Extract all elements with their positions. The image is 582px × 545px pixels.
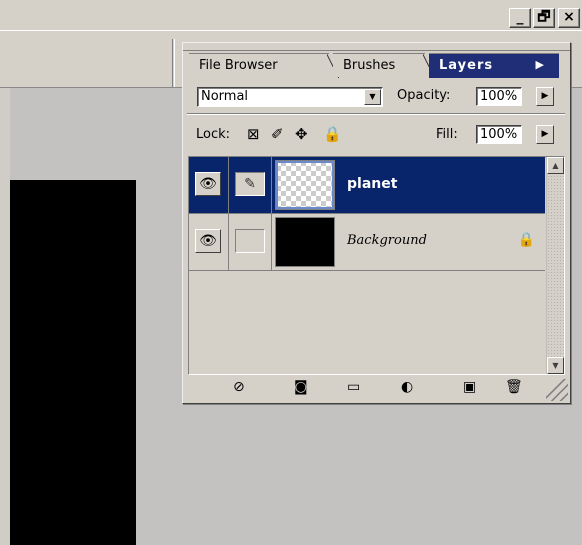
- brush-icon: ✎: [235, 172, 265, 196]
- lock-move-icon[interactable]: ✥: [295, 125, 308, 143]
- tab-brushes[interactable]: Brushes: [333, 53, 435, 78]
- fill-slider-button[interactable]: ▶: [536, 125, 554, 144]
- visibility-cell[interactable]: 👁: [189, 214, 229, 270]
- layers-list: 👁 ✎ planet 👁 Background 🔒 ▲ ▼: [188, 156, 565, 375]
- fill-label: Fill:: [436, 127, 458, 142]
- scroll-up-icon[interactable]: ▲: [547, 157, 564, 174]
- options-bar-divider: [172, 39, 175, 87]
- layer-style-icon[interactable]: ⊘: [233, 379, 245, 395]
- palette-tabs: File Browser Brushes Layers ▶: [183, 51, 570, 78]
- window-titlebar: _ 🗗 ×: [0, 0, 582, 30]
- palette-bottom-bar: ⊘ ◙ ▭ ◐ ▣ 🗑: [183, 377, 570, 403]
- layer-row-planet[interactable]: 👁 ✎ planet: [189, 157, 545, 214]
- new-layer-icon[interactable]: ▣: [463, 379, 476, 395]
- layers-palette: File Browser Brushes Layers ▶ Normal ▼ O…: [182, 42, 571, 404]
- blend-mode-select[interactable]: Normal ▼: [197, 87, 383, 107]
- visibility-cell[interactable]: 👁: [189, 157, 229, 213]
- palette-separator: [187, 113, 565, 115]
- scroll-down-icon[interactable]: ▼: [547, 357, 564, 374]
- trash-icon[interactable]: 🗑: [505, 379, 523, 395]
- folder-icon[interactable]: ▭: [347, 379, 360, 395]
- tab-layers[interactable]: Layers ▶: [429, 53, 559, 78]
- opacity-input[interactable]: 100%: [476, 87, 522, 106]
- resize-grip[interactable]: [546, 379, 568, 401]
- layer-name: Background: [347, 233, 427, 248]
- tab-label: File Browser: [199, 58, 278, 73]
- tab-file-browser[interactable]: File Browser: [189, 53, 339, 78]
- lock-paint-icon[interactable]: ✐: [271, 125, 284, 143]
- close-button[interactable]: ×: [558, 8, 580, 28]
- link-cell[interactable]: ✎: [230, 157, 272, 213]
- layer-thumbnail: [275, 160, 335, 210]
- adjustment-layer-icon[interactable]: ◐: [401, 379, 413, 395]
- layer-name: planet: [347, 176, 398, 192]
- lock-fill-row: Lock: ⊠ ✐ ✥ 🔒 Fill: 100% ▶: [183, 117, 570, 151]
- tab-label: Brushes: [343, 58, 396, 73]
- document-canvas[interactable]: [10, 180, 136, 545]
- palette-menu-arrow-icon[interactable]: ▶: [536, 58, 545, 71]
- opacity-label: Opacity:: [397, 88, 451, 103]
- empty-link-box: [235, 229, 265, 253]
- layers-scrollbar[interactable]: ▲ ▼: [546, 157, 564, 374]
- minimize-button[interactable]: _: [509, 8, 531, 28]
- layer-thumbnail: [275, 217, 335, 267]
- blend-opacity-row: Normal ▼ Opacity: 100% ▶: [183, 79, 570, 111]
- tab-label: Layers: [439, 58, 494, 73]
- layer-mask-icon[interactable]: ◙: [294, 379, 308, 395]
- workspace-edge: [0, 88, 10, 545]
- lock-label: Lock:: [196, 127, 231, 142]
- lock-all-icon[interactable]: 🔒: [323, 125, 342, 143]
- palette-drag-strip[interactable]: [183, 43, 570, 51]
- layer-row-background[interactable]: 👁 Background 🔒: [189, 214, 545, 271]
- eye-icon[interactable]: 👁: [195, 172, 221, 196]
- blend-mode-value: Normal: [201, 89, 249, 104]
- fill-input[interactable]: 100%: [476, 125, 522, 144]
- window-controls: _ 🗗 ×: [509, 8, 580, 28]
- link-cell[interactable]: [230, 214, 272, 270]
- lock-transparent-icon[interactable]: ⊠: [247, 125, 260, 143]
- eye-icon[interactable]: 👁: [195, 229, 221, 253]
- opacity-slider-button[interactable]: ▶: [536, 87, 554, 106]
- lock-icon: 🔒: [517, 232, 535, 248]
- restore-button[interactable]: 🗗: [533, 8, 555, 28]
- chevron-down-icon[interactable]: ▼: [364, 89, 381, 105]
